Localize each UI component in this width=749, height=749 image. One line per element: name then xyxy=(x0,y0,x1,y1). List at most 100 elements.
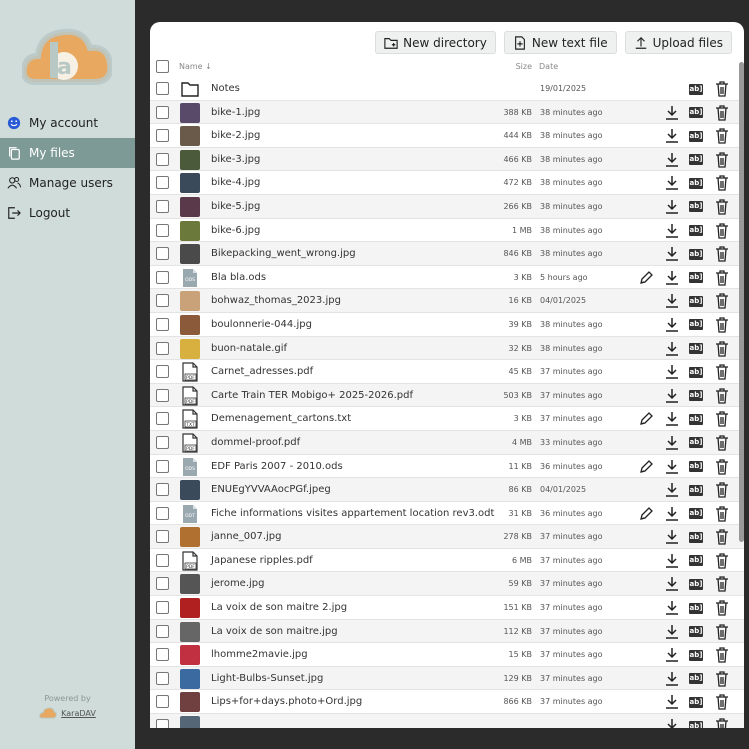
row-checkbox[interactable] xyxy=(156,365,169,379)
table-row[interactable]: Light-Bulbs-Sunset.jpg 129 KB 37 minutes a… xyxy=(150,666,744,691)
rename-icon[interactable]: ab] xyxy=(687,693,705,711)
download-icon[interactable] xyxy=(663,693,681,711)
rename-icon[interactable]: ab] xyxy=(687,174,705,192)
delete-icon[interactable] xyxy=(713,104,731,122)
delete-icon[interactable] xyxy=(713,670,731,688)
delete-icon[interactable] xyxy=(713,599,731,617)
upload-files-button[interactable]: Upload files xyxy=(624,31,732,54)
rename-icon[interactable]: ab] xyxy=(687,670,705,688)
table-row[interactable]: Notes 19/01/2025 ab] xyxy=(150,77,744,101)
header-date[interactable]: Date xyxy=(539,62,558,71)
file-name[interactable]: Carte Train TER Mobigo+ 2025-2026.pdf xyxy=(211,390,413,401)
table-row[interactable]: PDF dommel-proof.pdf 4 MB 33 minutes ago ab] xyxy=(150,430,744,455)
delete-icon[interactable] xyxy=(713,174,731,192)
rename-icon[interactable]: ab] xyxy=(687,481,705,499)
row-checkbox[interactable] xyxy=(156,388,169,402)
download-icon[interactable] xyxy=(663,104,681,122)
download-icon[interactable] xyxy=(663,481,681,499)
edit-icon[interactable] xyxy=(637,505,655,523)
delete-icon[interactable] xyxy=(713,316,731,334)
rename-icon[interactable]: ab] xyxy=(687,387,705,405)
download-icon[interactable] xyxy=(663,410,681,428)
table-row[interactable]: ODS EDF Paris 2007 - 2010.ods 11 KB 36 minu… xyxy=(150,454,744,479)
table-row[interactable]: Bikepacking_went_wrong.jpg 846 KB 38 minut… xyxy=(150,242,744,266)
rename-icon[interactable]: ab] xyxy=(687,198,705,216)
scrollbar[interactable] xyxy=(739,62,744,542)
delete-icon[interactable] xyxy=(713,387,731,405)
table-row[interactable]: buon-natale.gif 32 KB 38 minutes ago ab] xyxy=(150,336,744,361)
table-row[interactable]: La voix de son maitre.jpg 112 KB 37 minute… xyxy=(150,619,744,644)
download-icon[interactable] xyxy=(663,646,681,664)
new-text-file-button[interactable]: New text file xyxy=(503,31,617,54)
delete-icon[interactable] xyxy=(713,269,731,287)
file-name[interactable]: dommel-proof.pdf xyxy=(211,437,300,448)
file-name[interactable]: Japanese ripples.pdf xyxy=(211,555,313,566)
row-checkbox[interactable] xyxy=(156,129,169,143)
rename-icon[interactable]: ab] xyxy=(687,269,705,287)
delete-icon[interactable] xyxy=(713,292,731,310)
row-checkbox[interactable] xyxy=(156,247,169,261)
delete-icon[interactable] xyxy=(713,505,731,523)
select-all-checkbox[interactable] xyxy=(156,60,169,73)
file-name[interactable]: Light-Bulbs-Sunset.jpg xyxy=(211,673,323,684)
row-checkbox[interactable] xyxy=(156,435,169,449)
row-checkbox[interactable] xyxy=(156,719,169,728)
rename-icon[interactable]: ab] xyxy=(687,363,705,381)
file-name[interactable]: Notes xyxy=(211,83,240,94)
table-row[interactable]: ODT Fiche informations visites appartemen… xyxy=(150,501,744,526)
file-name[interactable]: lhomme2mavie.jpg xyxy=(211,649,308,660)
rename-icon[interactable]: ab] xyxy=(687,646,705,664)
sidebar-item-manage-users[interactable]: Manage users xyxy=(0,168,135,198)
rename-icon[interactable]: ab] xyxy=(687,104,705,122)
download-icon[interactable] xyxy=(663,363,681,381)
brand-name[interactable]: KaraDAV xyxy=(61,709,96,718)
download-icon[interactable] xyxy=(663,127,681,145)
download-icon[interactable] xyxy=(663,528,681,546)
download-icon[interactable] xyxy=(663,198,681,216)
delete-icon[interactable] xyxy=(713,646,731,664)
download-icon[interactable] xyxy=(663,387,681,405)
table-row[interactable]: lhomme2mavie.jpg 15 KB 37 minutes ago ab] xyxy=(150,643,744,667)
row-checkbox[interactable] xyxy=(156,82,169,95)
row-checkbox[interactable] xyxy=(156,199,169,213)
rename-icon[interactable]: ab] xyxy=(687,717,705,728)
sidebar-item-logout[interactable]: Logout xyxy=(0,198,135,228)
sidebar-item-my-files[interactable]: My files xyxy=(0,138,135,168)
file-name[interactable]: boulonnerie-044.jpg xyxy=(211,319,312,330)
file-name[interactable]: bohwaz_thomas_2023.jpg xyxy=(211,295,341,306)
delete-icon[interactable] xyxy=(713,410,731,428)
table-row[interactable]: bike-2.jpg 444 KB 38 minutes ago ab] xyxy=(150,124,744,148)
file-name[interactable]: bike-5.jpg xyxy=(211,201,260,212)
rename-icon[interactable]: ab] xyxy=(687,623,705,641)
row-checkbox[interactable] xyxy=(156,648,169,662)
table-row[interactable]: ENUEgYVVAAocPGf.jpeg 86 KB 04/01/2025 ab] xyxy=(150,478,744,502)
download-icon[interactable] xyxy=(663,458,681,476)
delete-icon[interactable] xyxy=(713,575,731,593)
row-checkbox[interactable] xyxy=(156,671,169,685)
file-name[interactable]: Lips+for+days.photo+Ord.jpg xyxy=(211,696,362,707)
delete-icon[interactable] xyxy=(713,340,731,358)
row-checkbox[interactable] xyxy=(156,341,169,355)
download-icon[interactable] xyxy=(663,623,681,641)
table-row[interactable]: bike-4.jpg 472 KB 38 minutes ago ab] xyxy=(150,171,744,195)
row-checkbox[interactable] xyxy=(156,105,169,119)
delete-icon[interactable] xyxy=(713,693,731,711)
row-checkbox[interactable] xyxy=(156,553,169,567)
rename-icon[interactable]: ab] xyxy=(687,458,705,476)
download-icon[interactable] xyxy=(663,575,681,593)
rename-icon[interactable]: ab] xyxy=(687,575,705,593)
rename-icon[interactable]: ab] xyxy=(687,410,705,428)
row-checkbox[interactable] xyxy=(156,317,169,331)
row-checkbox[interactable] xyxy=(156,530,169,544)
row-checkbox[interactable] xyxy=(156,270,169,284)
file-name[interactable]: ENUEgYVVAAocPGf.jpeg xyxy=(211,484,331,495)
download-icon[interactable] xyxy=(663,292,681,310)
file-name[interactable]: Bikepacking_went_wrong.jpg xyxy=(211,248,356,259)
rename-icon[interactable]: ab] xyxy=(687,316,705,334)
table-row[interactable]: bike-1.jpg 388 KB 38 minutes ago ab] xyxy=(150,100,744,125)
download-icon[interactable] xyxy=(663,245,681,263)
table-row[interactable]: jerome.jpg 59 KB 37 minutes ago ab] xyxy=(150,572,744,597)
edit-icon[interactable] xyxy=(637,458,655,476)
delete-icon[interactable] xyxy=(713,458,731,476)
download-icon[interactable] xyxy=(663,340,681,358)
